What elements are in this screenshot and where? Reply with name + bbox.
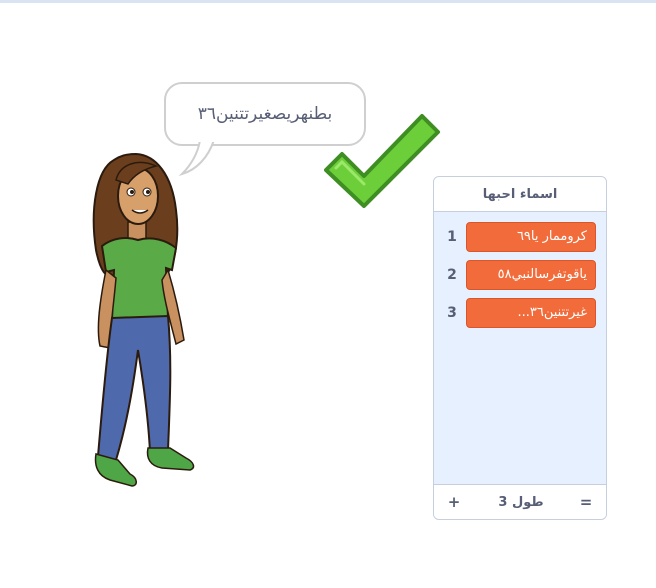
list-item-value[interactable]: ياقوتفرسالنبي٥٨ xyxy=(466,260,596,290)
list-monitor-title: اسماء احبها xyxy=(434,177,606,212)
list-item: 2 ياقوتفرسالنبي٥٨ xyxy=(434,257,606,293)
list-item: 3 غيرتتنين٣٦... xyxy=(434,295,606,331)
list-monitor-footer: + طول 3 = xyxy=(434,484,606,519)
list-length-label: طول 3 xyxy=(498,494,544,510)
stage: بطنهريصغيرتتنين٣٦ اسماء احبها 1 كروممار … xyxy=(0,0,656,588)
list-item-index: 1 xyxy=(447,229,457,245)
list-item-index: 3 xyxy=(447,305,457,321)
stage-top-border xyxy=(0,0,656,3)
resize-handle[interactable]: = xyxy=(574,485,598,519)
list-item-value[interactable]: كروممار يا٦٩ xyxy=(466,222,596,252)
list-item-value[interactable]: غيرتتنين٣٦... xyxy=(466,298,596,328)
check-mark-icon xyxy=(324,114,440,208)
speech-bubble-tail xyxy=(178,138,218,177)
list-item-index: 2 xyxy=(447,267,457,283)
add-item-button[interactable]: + xyxy=(442,485,466,519)
list-monitor[interactable]: اسماء احبها 1 كروممار يا٦٩ 2 ياقوتفرسالن… xyxy=(433,176,607,520)
list-item: 1 كروممار يا٦٩ xyxy=(434,219,606,255)
girl-sprite[interactable] xyxy=(76,150,206,500)
